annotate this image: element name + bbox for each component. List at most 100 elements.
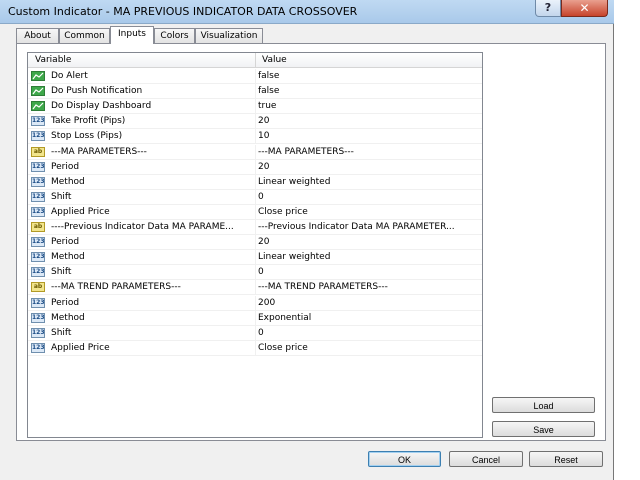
grid-header: Variable Value [28, 53, 482, 68]
column-header-variable[interactable]: Variable [35, 53, 71, 67]
tab-inputs[interactable]: Inputs [110, 26, 154, 44]
variable-cell: Period [51, 161, 80, 172]
variable-cell: ---MA PARAMETERS--- [51, 146, 147, 157]
variable-cell: Do Display Dashboard [51, 101, 152, 112]
value-cell[interactable]: ---Previous Indicator Data MA PARAMETER.… [258, 220, 455, 234]
variable-cell: ---MA TREND PARAMETERS--- [51, 282, 181, 293]
table-row[interactable]: Do Push Notification false [28, 84, 482, 100]
value-cell[interactable]: 20 [258, 114, 269, 128]
variable-cell: Shift [51, 327, 72, 338]
table-row[interactable]: 123 Applied Price Close price [28, 204, 482, 220]
boolean-type-icon [31, 101, 45, 112]
table-row[interactable]: ab ---MA PARAMETERS--- ---MA PARAMETERS--- [28, 144, 482, 160]
variable-cell: Take Profit (Pips) [51, 116, 126, 127]
help-button[interactable]: ? [535, 0, 561, 17]
ok-button[interactable]: OK [368, 451, 441, 467]
variable-cell: Period [51, 297, 80, 308]
value-cell[interactable]: Exponential [258, 311, 311, 325]
variable-cell: Method [51, 252, 85, 263]
value-cell[interactable]: Close price [258, 205, 308, 219]
number-type-icon: 123 [31, 327, 45, 338]
boolean-type-icon [31, 86, 45, 97]
variable-cell: Applied Price [51, 206, 110, 217]
number-type-icon: 123 [31, 312, 45, 323]
cell-divider [255, 220, 256, 235]
table-row[interactable]: 123 Shift 0 [28, 189, 482, 205]
tab-colors[interactable]: Colors [154, 28, 195, 43]
variable-cell: Method [51, 312, 85, 323]
value-cell[interactable]: 0 [258, 326, 264, 340]
value-cell[interactable]: false [258, 84, 279, 98]
load-button[interactable]: Load [492, 397, 595, 413]
value-cell[interactable]: ---MA PARAMETERS--- [258, 145, 354, 159]
cell-divider [255, 189, 256, 205]
number-type-icon: 123 [31, 252, 45, 263]
cell-divider [255, 159, 256, 175]
tab-common[interactable]: Common [59, 28, 110, 43]
reset-button[interactable]: Reset [529, 451, 603, 467]
table-row[interactable]: ab ----Previous Indicator Data MA PARAME.… [28, 220, 482, 235]
table-row[interactable]: Do Alert false [28, 69, 482, 84]
table-row[interactable]: 123 Method Linear weighted [28, 250, 482, 266]
table-row[interactable]: 123 Period 20 [28, 159, 482, 175]
cancel-button[interactable]: Cancel [449, 451, 523, 467]
string-type-icon: ab [31, 146, 45, 157]
variable-cell: Applied Price [51, 342, 110, 353]
variable-cell: ----Previous Indicator Data MA PARAME... [51, 222, 234, 232]
title-bar[interactable]: Custom Indicator - MA PREVIOUS INDICATOR… [0, 0, 614, 24]
value-cell[interactable]: false [258, 69, 279, 83]
variable-cell: Shift [51, 267, 72, 278]
value-cell[interactable]: ---MA TREND PARAMETERS--- [258, 280, 388, 294]
tab-visualization[interactable]: Visualization [195, 28, 263, 43]
table-row[interactable]: 123 Applied Price Close price [28, 340, 482, 356]
cell-divider [255, 204, 256, 220]
value-cell[interactable]: Close price [258, 341, 308, 355]
variable-cell: Do Alert [51, 71, 88, 81]
table-row[interactable]: 123 Method Linear weighted [28, 174, 482, 190]
variable-cell: Do Push Notification [51, 86, 143, 97]
table-row[interactable]: 123 Method Exponential [28, 310, 482, 326]
table-row[interactable]: 123 Stop Loss (Pips) 10 [28, 129, 482, 145]
number-type-icon: 123 [31, 116, 45, 127]
number-type-icon: 123 [31, 237, 45, 248]
value-cell[interactable]: 200 [258, 296, 275, 310]
cell-divider [255, 340, 256, 356]
value-cell[interactable]: true [258, 99, 276, 113]
value-cell[interactable]: 20 [258, 235, 269, 249]
table-row[interactable]: Do Display Dashboard true [28, 99, 482, 115]
table-row[interactable]: ab ---MA TREND PARAMETERS--- ---MA TREND P… [28, 280, 482, 296]
cell-divider [255, 295, 256, 311]
window-title: Custom Indicator - MA PREVIOUS INDICATOR… [8, 5, 358, 18]
column-separator[interactable] [255, 53, 256, 67]
value-cell[interactable]: 0 [258, 265, 264, 279]
number-type-icon: 123 [31, 342, 45, 353]
cell-divider [255, 235, 256, 251]
string-type-icon: ab [31, 282, 45, 293]
column-header-value[interactable]: Value [262, 53, 287, 67]
close-button[interactable]: ✕ [561, 0, 608, 17]
cell-divider [255, 99, 256, 115]
value-cell[interactable]: 0 [258, 190, 264, 204]
value-cell[interactable]: 20 [258, 160, 269, 174]
number-type-icon: 123 [31, 206, 45, 217]
number-type-icon: 123 [31, 161, 45, 172]
number-type-icon: 123 [31, 176, 45, 187]
number-type-icon: 123 [31, 191, 45, 202]
number-type-icon: 123 [31, 267, 45, 278]
tab-about[interactable]: About [16, 28, 59, 43]
number-type-icon: 123 [31, 297, 45, 308]
table-row[interactable]: 123 Period 20 [28, 235, 482, 251]
cell-divider [255, 129, 256, 145]
value-cell[interactable]: Linear weighted [258, 250, 330, 264]
cell-divider [255, 325, 256, 341]
table-row[interactable]: 123 Period 200 [28, 295, 482, 311]
table-row[interactable]: 123 Take Profit (Pips) 20 [28, 114, 482, 130]
table-row[interactable]: 123 Shift 0 [28, 265, 482, 281]
table-row[interactable]: 123 Shift 0 [28, 325, 482, 341]
inputs-grid[interactable]: Variable Value Do Alert false Do Push Noti… [27, 52, 483, 438]
save-button[interactable]: Save [492, 421, 595, 437]
cell-divider [255, 69, 256, 84]
cell-divider [255, 280, 256, 296]
value-cell[interactable]: Linear weighted [258, 175, 330, 189]
value-cell[interactable]: 10 [258, 129, 269, 143]
